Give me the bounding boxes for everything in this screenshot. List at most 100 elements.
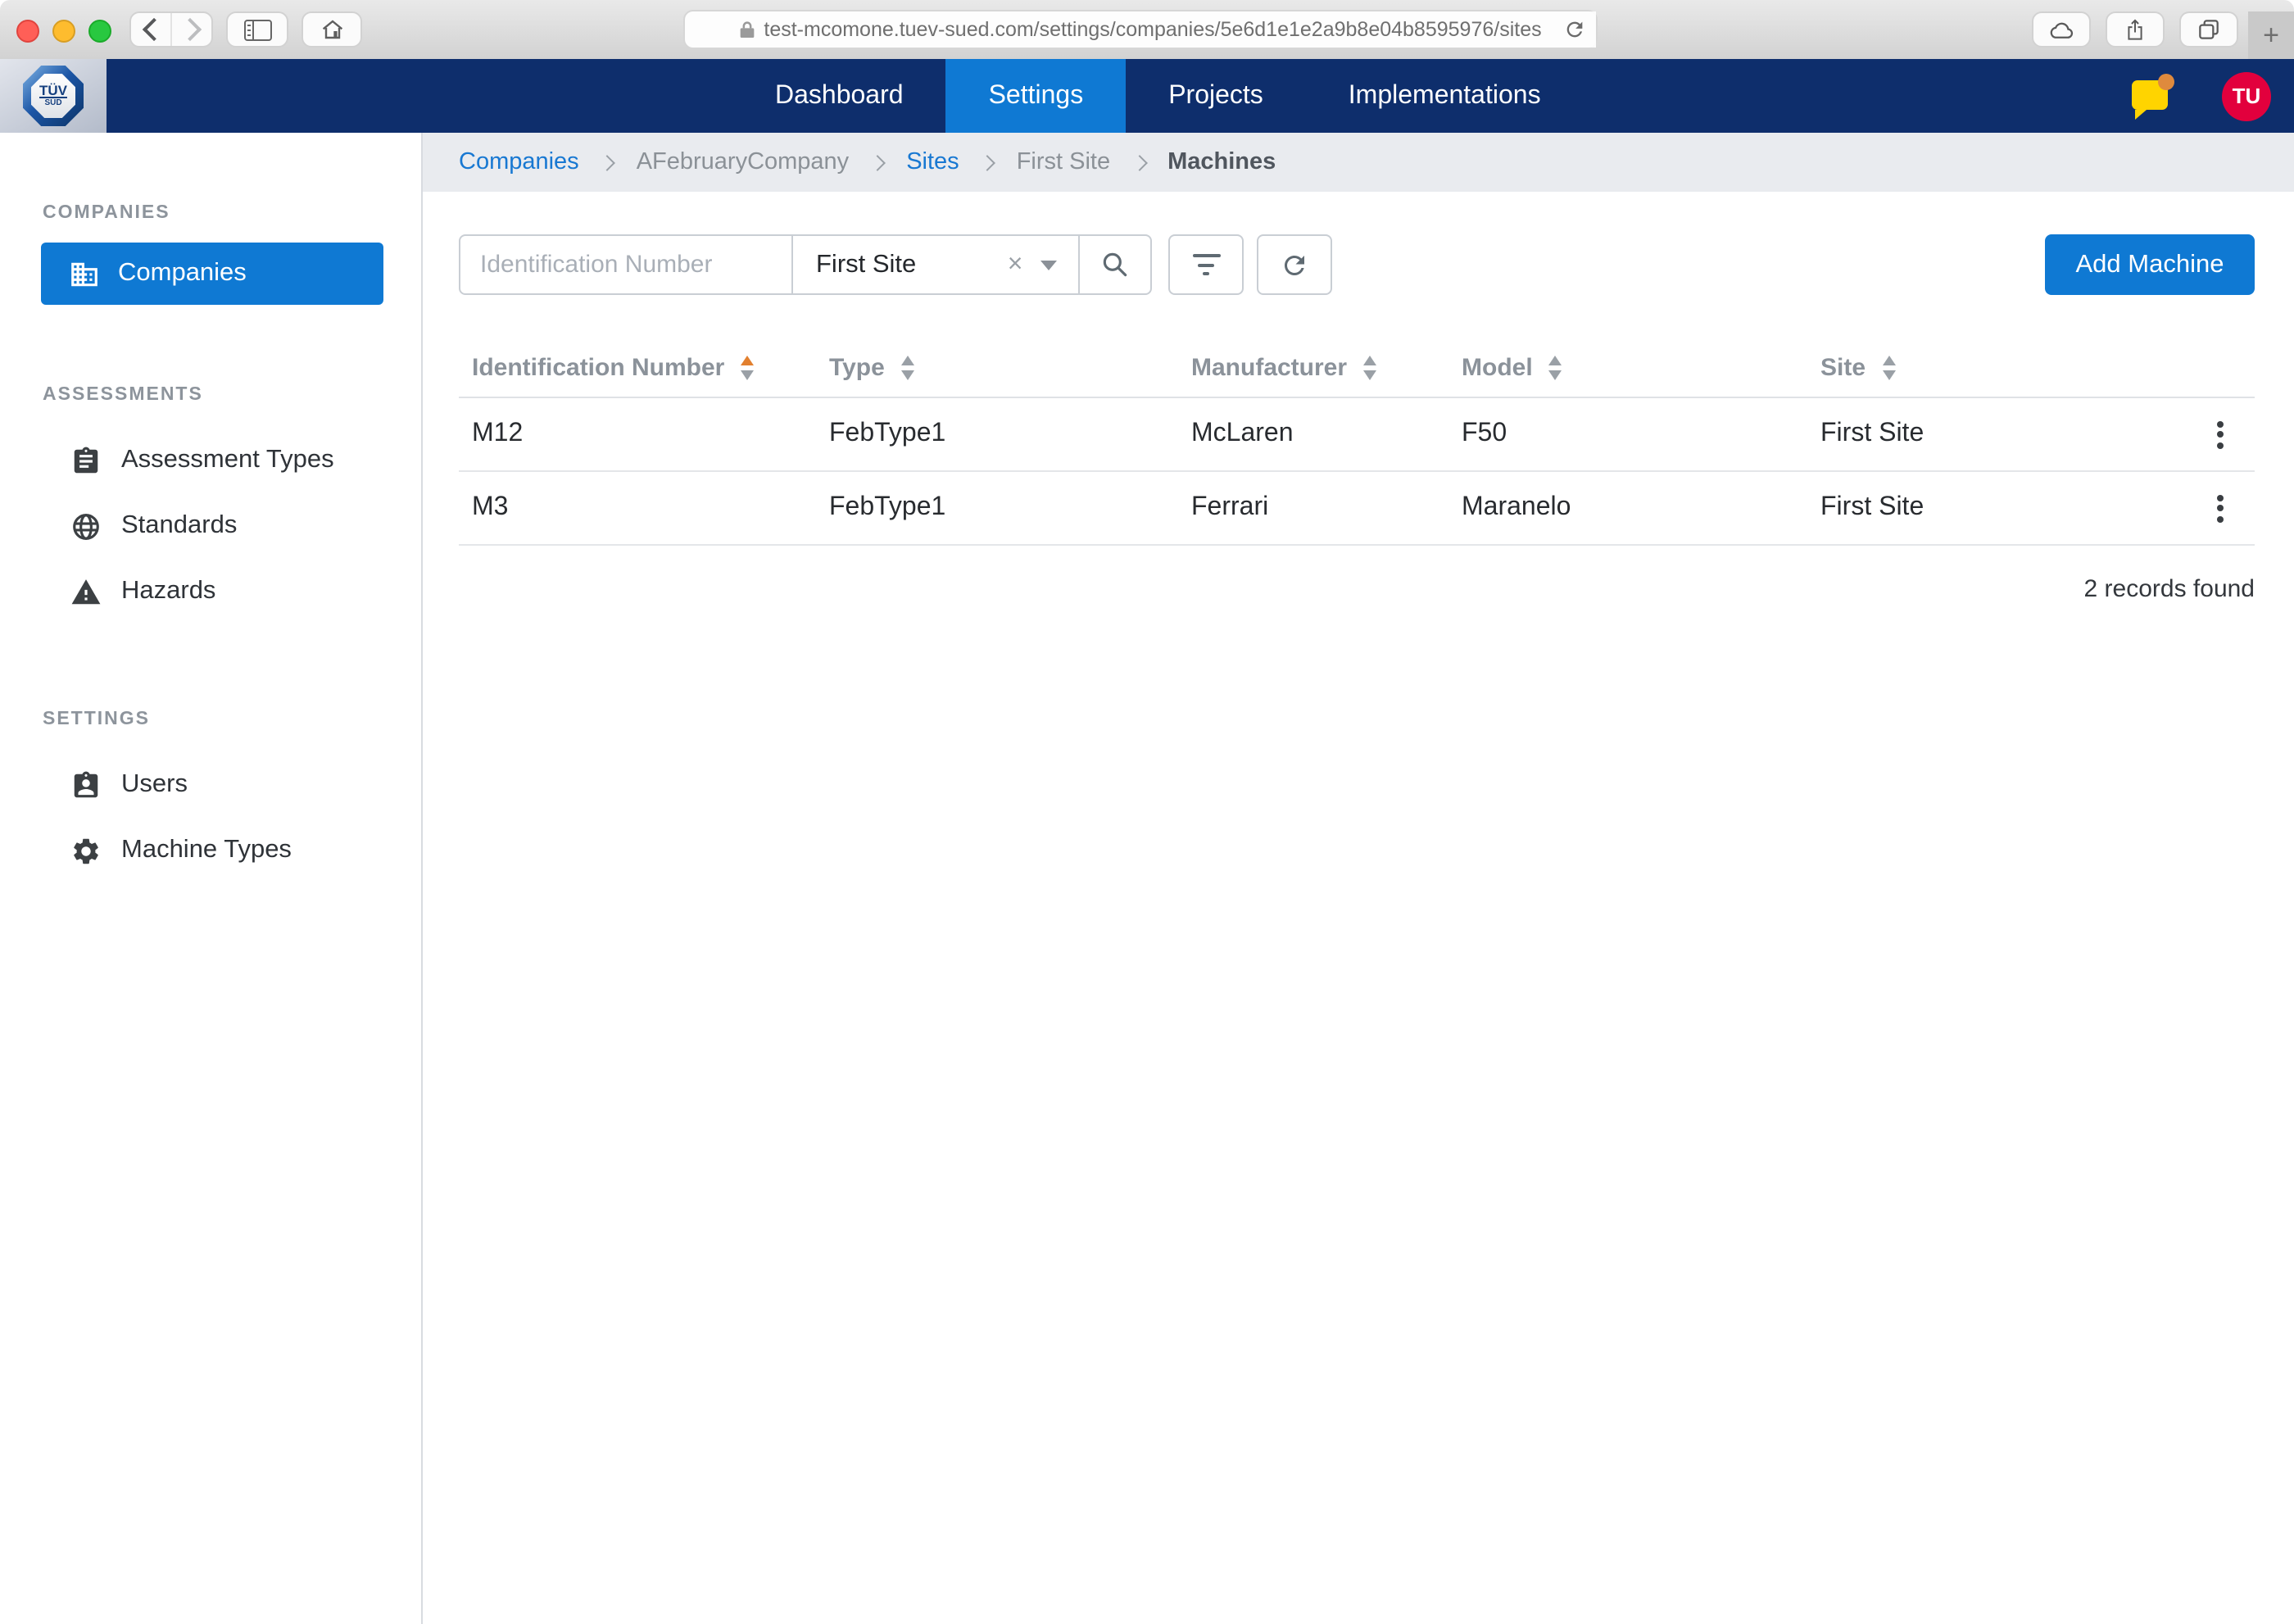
tab-overview-button[interactable] — [2179, 11, 2238, 48]
main-nav: Dashboard Settings Projects Implementati… — [732, 59, 1584, 133]
new-tab-icon: + — [2263, 19, 2279, 52]
search-icon — [1099, 249, 1131, 280]
app-logo[interactable]: TÜV SÜD — [0, 59, 107, 133]
breadcrumb-site-name: First Site — [1017, 149, 1110, 175]
search-button[interactable] — [1078, 236, 1150, 293]
browser-toolbar: test-mcomone.tuev-sued.com/settings/comp… — [0, 0, 2294, 61]
sidebar-item-companies[interactable]: Companies — [41, 243, 383, 305]
home-button[interactable] — [301, 11, 362, 48]
column-header-manufacturer[interactable]: Manufacturer — [1178, 353, 1448, 381]
site-filter-value: First Site — [816, 250, 916, 279]
history-nav-buttons — [129, 11, 213, 48]
cell-model: F50 — [1448, 420, 1807, 449]
column-header-model[interactable]: Model — [1448, 353, 1807, 381]
sort-icon — [1363, 355, 1376, 379]
back-icon — [142, 18, 165, 41]
identification-number-input[interactable] — [460, 236, 791, 293]
cloud-icon — [2047, 18, 2076, 41]
row-actions-kebab-icon[interactable] — [2197, 485, 2242, 531]
sort-icon — [1549, 355, 1562, 379]
cell-model: Maranelo — [1448, 493, 1807, 523]
chevron-right-icon — [980, 154, 996, 170]
browser-window: test-mcomone.tuev-sued.com/settings/comp… — [0, 0, 2294, 1624]
reload-icon[interactable] — [1563, 18, 1586, 41]
nav-item-settings[interactable]: Settings — [946, 59, 1127, 133]
sidebar-item-machine-types[interactable]: Machine Types — [0, 818, 421, 883]
machines-table: Identification Number Type Manufacturer … — [459, 338, 2255, 603]
column-header-site[interactable]: Site — [1807, 353, 2184, 381]
sort-icon — [1882, 355, 1895, 379]
address-bar[interactable]: test-mcomone.tuev-sued.com/settings/comp… — [683, 10, 1598, 49]
icloud-tabs-button[interactable] — [2032, 11, 2091, 48]
breadcrumb-company-name: AFebruaryCompany — [637, 149, 850, 175]
home-icon — [319, 16, 345, 43]
column-header-identification-number[interactable]: Identification Number — [459, 353, 816, 381]
cell-manufacturer: McLaren — [1178, 420, 1448, 449]
refresh-button[interactable] — [1257, 234, 1332, 295]
chevron-right-icon — [600, 154, 616, 170]
main-content: First Site × — [423, 192, 2294, 1624]
sidebar-section-assessments: ASSESSMENTS — [0, 385, 421, 405]
sidebar-section-companies: COMPANIES — [0, 203, 421, 223]
forward-button[interactable] — [172, 13, 211, 46]
minimize-window-button[interactable] — [52, 20, 75, 43]
machines-toolbar: First Site × — [459, 234, 2255, 295]
nav-item-dashboard[interactable]: Dashboard — [732, 59, 946, 133]
filter-button[interactable] — [1168, 234, 1244, 295]
forward-icon — [178, 18, 201, 41]
share-icon — [2124, 16, 2147, 43]
sidebar-item-hazards[interactable]: Hazards — [0, 559, 421, 624]
tuv-sued-logo-icon: TÜV SÜD — [23, 66, 84, 126]
site-filter-select[interactable]: First Site × — [791, 236, 1078, 293]
records-count: 2 records found — [459, 575, 2255, 603]
sidebar-section-settings: SETTINGS — [0, 710, 421, 729]
cell-identification-number: M12 — [459, 420, 816, 449]
url-text: test-mcomone.tuev-sued.com/settings/comp… — [764, 18, 1541, 41]
breadcrumb-companies[interactable]: Companies — [459, 149, 579, 175]
sidebar-item-standards[interactable]: Standards — [0, 493, 421, 559]
tabs-icon — [2196, 16, 2222, 43]
share-button[interactable] — [2106, 11, 2165, 48]
sidebar-item-users[interactable]: Users — [0, 752, 421, 818]
filter-icon — [1192, 254, 1220, 275]
chevron-right-icon — [1131, 154, 1147, 170]
sidebar: COMPANIES Companies ASSESSMENTS Assessme… — [0, 133, 423, 1624]
close-window-button[interactable] — [16, 20, 39, 43]
cell-site: First Site — [1807, 420, 2184, 449]
table-row: M12 FebType1 McLaren F50 First Site — [459, 398, 2255, 472]
refresh-icon — [1280, 250, 1309, 279]
sidebar-toggle-button[interactable] — [226, 11, 288, 48]
lock-icon — [739, 20, 755, 39]
zoom-window-button[interactable] — [88, 20, 111, 43]
cell-type: FebType1 — [816, 420, 1178, 449]
user-badge-icon — [70, 769, 102, 801]
breadcrumb-current: Machines — [1167, 149, 1276, 175]
sidebar-item-assessment-types[interactable]: Assessment Types — [0, 428, 421, 493]
window-controls — [16, 20, 111, 43]
nav-item-implementations[interactable]: Implementations — [1306, 59, 1584, 133]
sort-icon — [741, 355, 754, 379]
chat-icon[interactable] — [2132, 80, 2168, 110]
app-navbar: TÜV SÜD Dashboard Settings Projects Impl… — [0, 59, 2294, 133]
table-header-row: Identification Number Type Manufacturer … — [459, 338, 2255, 398]
table-row: M3 FebType1 Ferrari Maranelo First Site — [459, 472, 2255, 546]
breadcrumb-sites[interactable]: Sites — [906, 149, 959, 175]
column-header-type[interactable]: Type — [816, 353, 1178, 381]
chevron-down-icon[interactable] — [1040, 260, 1057, 270]
new-tab-button[interactable]: + — [2248, 11, 2294, 59]
buildings-icon — [69, 258, 100, 289]
gear-icon — [70, 835, 102, 866]
sort-icon — [901, 355, 914, 379]
sidebar-toggle-icon — [243, 19, 271, 40]
notification-dot — [2158, 74, 2174, 90]
warning-icon — [70, 576, 102, 607]
nav-item-projects[interactable]: Projects — [1126, 59, 1306, 133]
add-machine-button[interactable]: Add Machine — [2045, 234, 2255, 295]
breadcrumb: Companies AFebruaryCompany Sites First S… — [423, 133, 2294, 192]
cell-type: FebType1 — [816, 493, 1178, 523]
clear-icon[interactable]: × — [1008, 252, 1023, 278]
row-actions-kebab-icon[interactable] — [2197, 411, 2242, 457]
cell-manufacturer: Ferrari — [1178, 493, 1448, 523]
back-button[interactable] — [131, 13, 172, 46]
avatar[interactable]: TU — [2222, 71, 2271, 120]
